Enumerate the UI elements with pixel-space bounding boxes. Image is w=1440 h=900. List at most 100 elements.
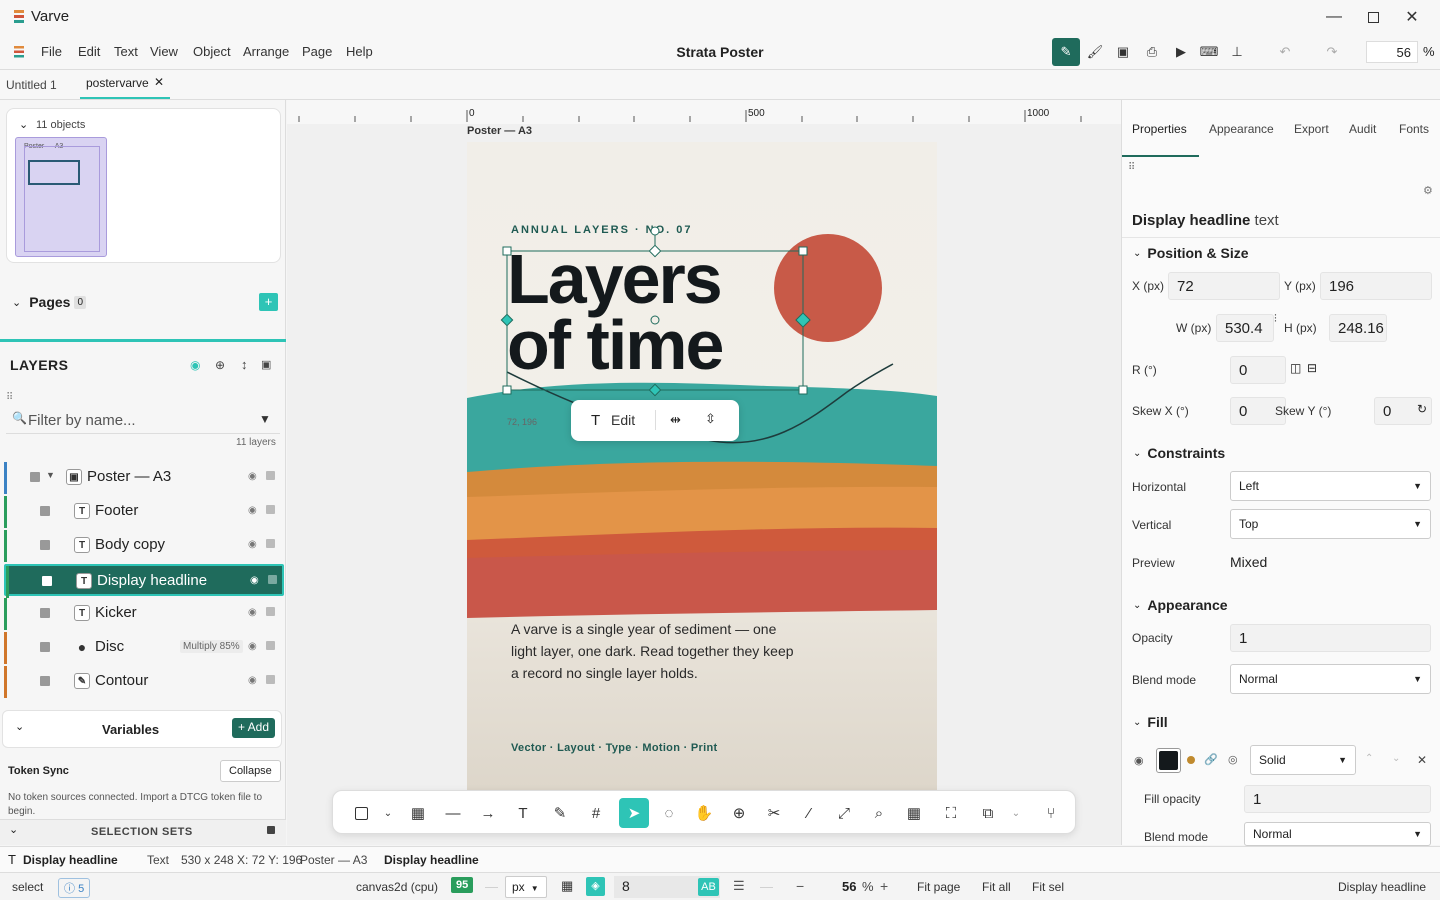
- tab-audit[interactable]: Audit: [1349, 122, 1376, 136]
- settings-gear-icon[interactable]: ⚙: [1423, 184, 1433, 197]
- frame-icon[interactable]: #: [581, 798, 611, 828]
- selection-sets-header[interactable]: ⌄ SELECTION SETS: [0, 819, 286, 845]
- token-dot-icon[interactable]: [1187, 756, 1195, 764]
- fit-all-button[interactable]: Fit all: [982, 880, 1011, 894]
- add-page-button[interactable]: +: [259, 293, 278, 311]
- image-icon[interactable]: ▣: [1109, 38, 1137, 66]
- opacity-input[interactable]: 1: [1230, 624, 1431, 652]
- sort-icon[interactable]: ↕: [241, 357, 248, 372]
- status-zoom-value[interactable]: 56: [842, 879, 856, 894]
- ab-text-icon[interactable]: AB: [698, 878, 719, 896]
- menu-arrange[interactable]: Arrange: [243, 44, 289, 59]
- move-up-icon[interactable]: ⌃: [1365, 753, 1373, 764]
- flip-vertical-icon[interactable]: ⇳: [705, 411, 716, 427]
- issues-badge[interactable]: ⓘ 5: [58, 878, 91, 898]
- expand-icon[interactable]: ⤢: [829, 798, 859, 828]
- filter-input[interactable]: 🔍 Filter by name... ▼: [6, 406, 280, 434]
- undo-icon[interactable]: ↶: [1271, 38, 1299, 66]
- flip-horizontal-icon[interactable]: ◫: [1290, 361, 1301, 375]
- layer-checkbox[interactable]: [42, 576, 52, 586]
- unit-select[interactable]: px ▼: [505, 876, 547, 898]
- lock-icon[interactable]: [266, 471, 275, 480]
- eye-icon[interactable]: ◉: [250, 575, 259, 586]
- grid-icon[interactable]: ▦: [899, 798, 929, 828]
- layer-checkbox[interactable]: [40, 676, 50, 686]
- fill-blend-select[interactable]: Normal ▼: [1244, 822, 1431, 846]
- layer-checkbox[interactable]: [40, 506, 50, 516]
- eye-icon[interactable]: ◉: [248, 641, 257, 652]
- fill-opacity-input[interactable]: 1: [1244, 785, 1431, 813]
- layer-row[interactable]: ● Disc Multiply 85% ◉: [4, 632, 284, 664]
- line-icon[interactable]: —: [438, 798, 468, 828]
- brush-icon[interactable]: 🖌: [1081, 38, 1109, 66]
- lock-icon[interactable]: [266, 539, 275, 548]
- play-icon[interactable]: ▶: [1167, 38, 1195, 66]
- chevron-down-icon[interactable]: ▼: [46, 470, 55, 480]
- layer-row[interactable]: ▼ ▣ Poster — A3 ◉: [4, 462, 284, 494]
- minimize-button[interactable]: —: [1316, 4, 1352, 30]
- select-icon[interactable]: ➤: [619, 798, 649, 828]
- menu-object[interactable]: Object: [193, 44, 231, 59]
- page-thumbnail[interactable]: Poster — A3: [15, 137, 107, 257]
- app-menu-logo-icon[interactable]: [14, 46, 24, 58]
- zoom-out-button[interactable]: −: [796, 878, 804, 894]
- reset-icon[interactable]: ↻: [1417, 402, 1427, 416]
- horizontal-select[interactable]: Left ▼: [1230, 471, 1431, 501]
- eye-icon[interactable]: ◉: [248, 675, 257, 686]
- zoom-in-button[interactable]: +: [880, 878, 888, 894]
- breadcrumb-current[interactable]: Display headline: [384, 853, 479, 867]
- hand-icon[interactable]: ✋: [689, 798, 719, 828]
- appearance-header[interactable]: ⌄ Appearance: [1133, 597, 1228, 613]
- layer-checkbox[interactable]: [30, 472, 40, 482]
- fit-selection-button[interactable]: Fit sel: [1032, 880, 1064, 894]
- drag-handle-icon[interactable]: ⠿: [6, 392, 13, 403]
- tab-appearance[interactable]: Appearance: [1209, 122, 1274, 136]
- chevron-down-icon[interactable]: ⌄: [373, 798, 403, 828]
- menu-help[interactable]: Help: [346, 44, 373, 59]
- fill-swatch[interactable]: [1156, 748, 1181, 773]
- table-icon[interactable]: ▦: [403, 798, 433, 828]
- eye-icon[interactable]: ◉: [190, 358, 200, 372]
- vertical-select[interactable]: Top ▼: [1230, 509, 1431, 539]
- chevron-down-icon[interactable]: ⌄: [1001, 798, 1031, 828]
- pencil-icon[interactable]: ✎: [545, 798, 575, 828]
- constraints-header[interactable]: ⌄ Constraints: [1133, 445, 1225, 461]
- chevron-down-icon[interactable]: ⌄: [19, 118, 28, 131]
- zoom-input[interactable]: 56: [1366, 41, 1418, 63]
- filter-icon[interactable]: ▼: [259, 412, 271, 426]
- fill-header[interactable]: ⌄ Fill: [1133, 714, 1168, 730]
- target-icon[interactable]: ⊕: [215, 358, 225, 372]
- menu-text[interactable]: Text: [114, 44, 138, 59]
- zoom-in-icon[interactable]: ⊕: [724, 798, 754, 828]
- chevron-down-icon[interactable]: ⌄: [15, 720, 24, 733]
- menu-view[interactable]: View: [150, 44, 178, 59]
- eye-icon[interactable]: ◉: [1134, 754, 1144, 767]
- link-icon[interactable]: 🔗: [1204, 753, 1218, 766]
- scissors-icon[interactable]: ✂: [759, 798, 789, 828]
- breadcrumb-parent[interactable]: Poster — A3: [300, 853, 367, 867]
- lock-icon[interactable]: [266, 505, 275, 514]
- layer-row[interactable]: T Display headline ◉: [4, 564, 284, 598]
- eye-icon[interactable]: ◉: [248, 471, 257, 482]
- lock-icon[interactable]: [266, 641, 275, 650]
- redo-icon[interactable]: ↷: [1318, 38, 1346, 66]
- maximize-button[interactable]: [1355, 4, 1391, 30]
- position-size-header[interactable]: ⌄ Position & Size: [1133, 245, 1249, 261]
- flip-horizontal-icon[interactable]: ⇹: [670, 412, 681, 428]
- collapse-button[interactable]: Collapse: [220, 760, 281, 782]
- eye-icon[interactable]: ◉: [248, 539, 257, 550]
- fill-type-select[interactable]: Solid ▼: [1250, 745, 1356, 775]
- fullscreen-icon[interactable]: ⛶: [936, 798, 966, 828]
- move-down-icon[interactable]: ⌄: [1392, 753, 1400, 764]
- pages-header[interactable]: ⌄ Pages 0: [12, 294, 87, 310]
- fit-page-button[interactable]: Fit page: [917, 880, 960, 894]
- tab-properties[interactable]: Properties: [1132, 122, 1187, 136]
- palette-icon[interactable]: ◎: [1228, 753, 1238, 766]
- tab-postervarve[interactable]: postervarve ✕: [80, 70, 170, 99]
- zoom-icon[interactable]: ⌕: [864, 798, 894, 828]
- snap-toggle-icon[interactable]: ◈: [586, 877, 605, 896]
- eye-icon[interactable]: ◉: [248, 607, 257, 618]
- layer-checkbox[interactable]: [40, 608, 50, 618]
- blend-mode-select[interactable]: Normal ▼: [1230, 664, 1431, 694]
- stamp-icon[interactable]: ⊥: [1223, 38, 1251, 66]
